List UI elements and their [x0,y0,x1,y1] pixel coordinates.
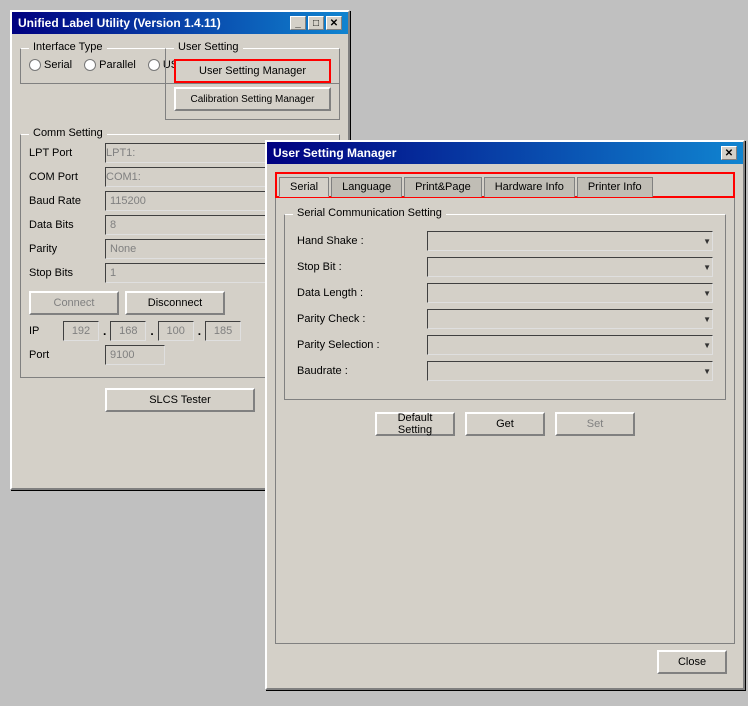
parity-selection-label: Parity Selection : [297,339,427,351]
radio-serial[interactable]: Serial [29,59,72,71]
tab-hardwareinfo[interactable]: Hardware Info [484,177,575,197]
dialog-window: User Setting Manager ✕ Serial Language P… [265,140,745,690]
calibration-setting-button[interactable]: Calibration Setting Manager [174,87,331,111]
tab-serial[interactable]: Serial [279,177,329,197]
data-length-row: Data Length : [297,283,713,303]
data-length-label: Data Length : [297,287,427,299]
parity-selection-row: Parity Selection : [297,335,713,355]
parity-check-wrapper [427,309,713,329]
get-button[interactable]: Get [465,412,545,436]
tab-printerinfo[interactable]: Printer Info [577,177,653,197]
ip-part-2[interactable] [110,321,146,341]
dialog-title-bar: User Setting Manager ✕ [267,142,743,164]
parity-check-row: Parity Check : [297,309,713,329]
slcs-tester-button[interactable]: SLCS Tester [105,388,255,412]
serial-comm-group: Serial Communication Setting Hand Shake … [284,214,726,400]
parity-selection-select[interactable] [427,335,713,355]
port-label: Port [29,349,99,361]
user-setting-label: User Setting [174,41,243,53]
handshake-select[interactable] [427,231,713,251]
port-field: 9100 [105,345,165,365]
radio-serial-input[interactable] [29,59,41,71]
parity-check-label: Parity Check : [297,313,427,325]
tabs-highlighted-border: Serial Language Print&Page Hardware Info… [275,172,735,198]
main-window-title: Unified Label Utility (Version 1.4.11) [18,16,221,30]
tab-printpage[interactable]: Print&Page [404,177,482,197]
baudrate-wrapper [427,361,713,381]
ip-dot-3: . [198,324,201,338]
main-title-bar: Unified Label Utility (Version 1.4.11) _… [12,12,348,34]
handshake-wrapper [427,231,713,251]
ip-part-3[interactable] [158,321,194,341]
parity-label: Parity [29,243,99,255]
data-length-select[interactable] [427,283,713,303]
dialog-title: User Setting Manager [273,146,396,160]
baud-rate-label: Baud Rate [29,195,99,207]
handshake-row: Hand Shake : [297,231,713,251]
stop-bit-row: Stop Bit : [297,257,713,277]
stop-bit-select[interactable] [427,257,713,277]
maximize-button[interactable]: □ [308,16,324,30]
set-button[interactable]: Set [555,412,635,436]
ip-label: IP [29,325,59,337]
default-setting-button[interactable]: Default Setting [375,412,455,436]
data-length-wrapper [427,283,713,303]
dialog-content: Serial Language Print&Page Hardware Info… [267,164,743,688]
comm-setting-label: Comm Setting [29,127,107,139]
radio-parallel[interactable]: Parallel [84,59,136,71]
parity-check-select[interactable] [427,309,713,329]
tab-panel-serial: Serial Communication Setting Hand Shake … [275,197,735,644]
data-bits-label: Data Bits [29,219,99,231]
title-bar-buttons: _ □ ✕ [290,16,342,30]
dialog-buttons: Default Setting Get Set [284,412,726,436]
dialog-title-buttons: ✕ [721,146,737,160]
stop-bit-wrapper [427,257,713,277]
ip-part-1[interactable] [63,321,99,341]
com-port-label: COM Port [29,171,99,183]
radio-parallel-input[interactable] [84,59,96,71]
user-setting-group: User Setting User Setting Manager Calibr… [165,48,340,120]
stop-bits-label: Stop Bits [29,267,99,279]
radio-usb-input[interactable] [148,59,160,71]
close-row: Close [275,644,735,680]
close-button[interactable]: ✕ [326,16,342,30]
baudrate-label: Baudrate : [297,365,427,377]
ip-dot-1: . [103,324,106,338]
ip-dot-2: . [150,324,153,338]
serial-comm-group-label: Serial Communication Setting [293,207,446,219]
stop-bit-label: Stop Bit : [297,261,427,273]
parity-selection-wrapper [427,335,713,355]
dialog-close-button[interactable]: ✕ [721,146,737,160]
lpt-port-label: LPT Port [29,147,99,159]
baudrate-row: Baudrate : [297,361,713,381]
close-dialog-button[interactable]: Close [657,650,727,674]
tab-language[interactable]: Language [331,177,402,197]
user-setting-manager-button[interactable]: User Setting Manager [174,59,331,83]
connect-button[interactable]: Connect [29,291,119,315]
baudrate-select[interactable] [427,361,713,381]
disconnect-button[interactable]: Disconnect [125,291,225,315]
minimize-button[interactable]: _ [290,16,306,30]
interface-type-label: Interface Type [29,41,107,53]
ip-part-4[interactable] [205,321,241,341]
handshake-label: Hand Shake : [297,235,427,247]
